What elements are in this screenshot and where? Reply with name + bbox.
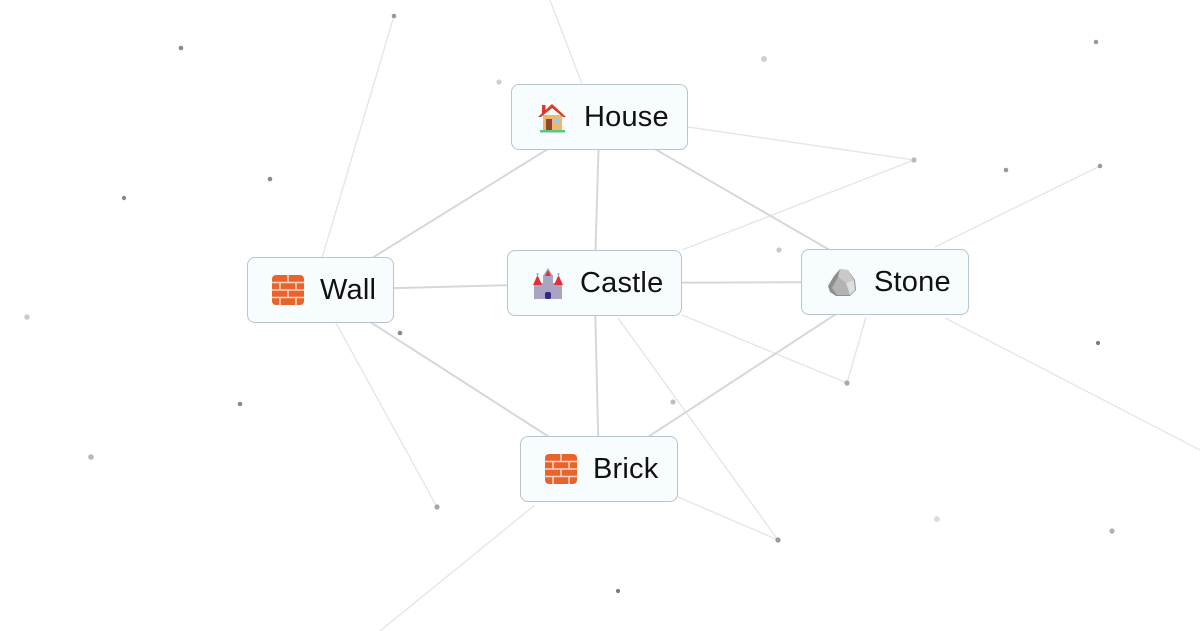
background-line <box>681 314 848 384</box>
node-brick[interactable]: Brick <box>520 436 678 502</box>
node-stone[interactable]: Stone <box>801 249 969 315</box>
background-dot <box>911 157 917 163</box>
background-dot <box>670 399 676 405</box>
background-dot <box>844 380 850 386</box>
brick-wall-icon <box>543 451 579 487</box>
background-dot <box>1097 163 1103 169</box>
background-line <box>934 165 1101 248</box>
node-label: Castle <box>580 266 664 299</box>
background-dot <box>496 79 502 85</box>
node-label: House <box>584 100 669 133</box>
background-dot <box>24 314 30 320</box>
background-dot <box>1109 528 1115 534</box>
background-dot <box>775 537 781 543</box>
background-dot <box>434 504 440 510</box>
background-line <box>846 316 867 384</box>
house-icon <box>534 99 570 135</box>
background-line <box>617 317 779 541</box>
background-dot <box>1093 39 1099 45</box>
background-dot <box>776 247 782 253</box>
background-line <box>687 126 915 161</box>
node-house[interactable]: House <box>511 84 688 150</box>
background-dot <box>391 13 397 19</box>
node-wall[interactable]: Wall <box>247 257 394 323</box>
background-dot <box>88 454 94 460</box>
rock-icon <box>824 264 860 300</box>
background-line <box>379 504 536 631</box>
background-dot <box>1095 340 1101 346</box>
node-label: Stone <box>874 265 951 298</box>
background-dot <box>397 330 403 336</box>
background-line <box>944 317 1200 451</box>
background-dot <box>267 176 273 182</box>
background-lines <box>321 0 1200 631</box>
background-line <box>321 15 395 259</box>
background-dot <box>934 516 940 522</box>
node-label: Brick <box>593 452 659 485</box>
node-label: Wall <box>320 273 377 306</box>
brick-wall-icon <box>270 272 306 308</box>
background-dot <box>1003 167 1009 173</box>
background-dot <box>121 195 127 201</box>
background-dot <box>178 45 184 51</box>
background-line <box>549 0 583 85</box>
castle-icon <box>530 265 566 301</box>
background-dot <box>615 588 621 594</box>
background-line <box>335 322 438 508</box>
node-castle[interactable]: Castle <box>507 250 682 316</box>
background-dot <box>237 401 243 407</box>
background-line <box>681 159 915 251</box>
background-dot <box>761 56 767 62</box>
